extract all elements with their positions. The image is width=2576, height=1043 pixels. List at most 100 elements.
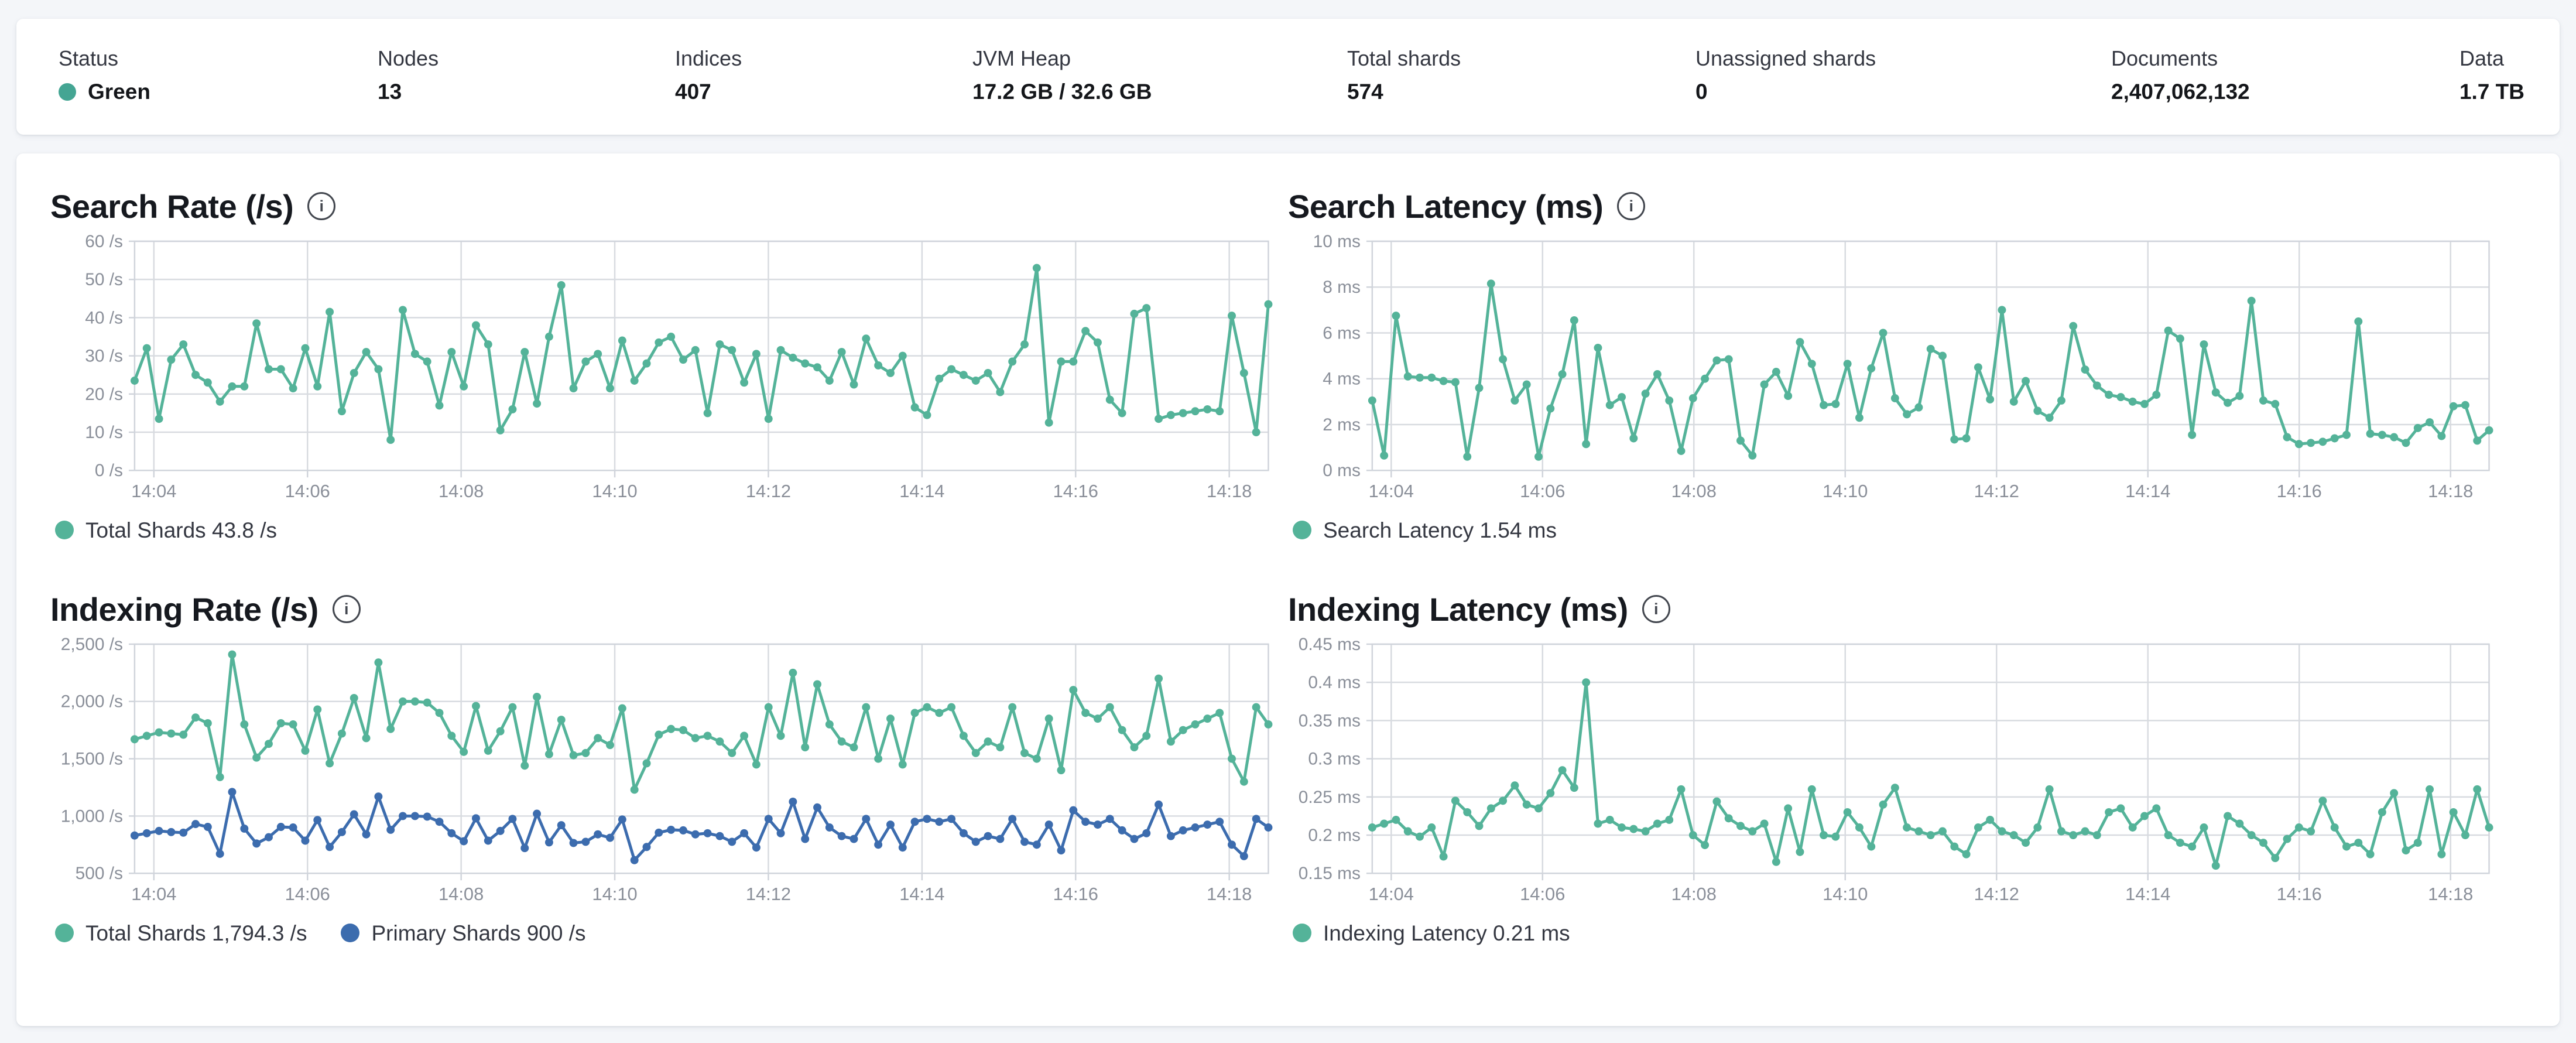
chart-header: Indexing Latency (ms) i xyxy=(1288,584,2492,634)
chart-title: Indexing Latency (ms) xyxy=(1288,590,1628,628)
svg-text:0.35 ms: 0.35 ms xyxy=(1299,711,1361,730)
stat-label: Total shards xyxy=(1347,46,1461,70)
stat-nodes: Nodes 13 xyxy=(378,46,439,105)
stat-label: JVM Heap xyxy=(972,46,1071,70)
info-icon[interactable]: i xyxy=(1642,595,1670,623)
legend-item[interactable]: Indexing Latency 0.21 ms xyxy=(1293,922,1570,944)
svg-text:0 /s: 0 /s xyxy=(95,461,123,480)
legend-series-dot xyxy=(341,924,360,942)
svg-text:2,000 /s: 2,000 /s xyxy=(61,692,123,712)
svg-text:14:08: 14:08 xyxy=(1671,481,1717,501)
svg-text:14:08: 14:08 xyxy=(439,884,484,904)
search-latency-chart-canvas: 0 ms 2 ms 4 ms 6 ms 8 ms 10 ms 14:04 14:06 14:08… xyxy=(1313,232,2493,501)
stat-indices: Indices 407 xyxy=(675,46,742,105)
svg-text:14:16: 14:16 xyxy=(1053,481,1098,501)
svg-text:0.25 ms: 0.25 ms xyxy=(1299,788,1361,807)
chart-header: Indexing Rate (/s) i xyxy=(50,584,1271,634)
legend-series-dot xyxy=(1293,521,1311,539)
chart-indexing-rate: Indexing Rate (/s) i 500 /s 1,000 /s 1,500… xyxy=(50,584,1273,948)
svg-text:1,000 /s: 1,000 /s xyxy=(61,806,123,826)
cluster-status-bar: Status Green Nodes 13 Indices 407 JVM He… xyxy=(16,19,2560,135)
health-status-dot xyxy=(59,83,76,101)
svg-text:14:14: 14:14 xyxy=(2125,884,2170,904)
svg-text:14:08: 14:08 xyxy=(439,481,484,501)
svg-text:0.45 ms: 0.45 ms xyxy=(1299,635,1361,654)
svg-text:14:04: 14:04 xyxy=(1369,481,1414,501)
stat-label: Indices xyxy=(675,46,742,70)
svg-text:14:06: 14:06 xyxy=(285,884,330,904)
svg-text:20 /s: 20 /s xyxy=(85,385,123,404)
stack-monitoring-overview-page: { "colors": { "teal_series": "#54b399", … xyxy=(0,0,2576,1043)
svg-text:14:04: 14:04 xyxy=(131,884,176,904)
svg-text:14:12: 14:12 xyxy=(1974,884,2019,904)
legend-item[interactable]: Total Shards 43.8 /s xyxy=(55,519,277,541)
search-rate-chart-canvas: 0 /s 10 /s 20 /s 30 /s 40 /s 50 /s 60 /s 14:04 1… xyxy=(85,232,1273,501)
stat-value: 574 xyxy=(1347,80,1383,104)
legend-label: Total Shards 1,794.3 /s xyxy=(85,921,307,945)
svg-text:0.2 ms: 0.2 ms xyxy=(1308,826,1361,845)
svg-text:10 ms: 10 ms xyxy=(1313,232,1361,251)
info-icon[interactable]: i xyxy=(1617,192,1646,220)
legend-item[interactable]: Search Latency 1.54 ms xyxy=(1293,519,1557,541)
legend-series-dot xyxy=(55,924,74,942)
stat-total-shards: Total shards 574 xyxy=(1347,46,1461,105)
indexing-rate-chart-canvas: 500 /s 1,000 /s 1,500 /s 2,000 /s 2,500 /s 14… xyxy=(61,635,1273,904)
legend-item[interactable]: Total Shards 1,794.3 /s xyxy=(55,922,307,944)
svg-text:14:10: 14:10 xyxy=(1823,884,1868,904)
info-icon[interactable]: i xyxy=(307,192,336,220)
svg-text:14:10: 14:10 xyxy=(1823,481,1868,501)
svg-text:14:16: 14:16 xyxy=(1053,884,1098,904)
svg-text:14:06: 14:06 xyxy=(285,481,330,501)
legend-item[interactable]: Primary Shards 900 /s xyxy=(341,922,586,944)
svg-text:14:14: 14:14 xyxy=(899,481,944,501)
status-value-text: Green xyxy=(88,80,150,104)
stat-label: Status xyxy=(59,46,119,70)
svg-text:8 ms: 8 ms xyxy=(1323,278,1361,297)
chart-header: Search Latency (ms) i xyxy=(1288,182,2492,231)
svg-text:2 ms: 2 ms xyxy=(1323,415,1361,435)
svg-text:14:14: 14:14 xyxy=(899,884,944,904)
svg-text:40 /s: 40 /s xyxy=(85,308,123,327)
chart-header: Search Rate (/s) i xyxy=(50,182,1271,231)
svg-text:14:04: 14:04 xyxy=(1369,884,1414,904)
legend-series-dot xyxy=(55,521,74,539)
svg-text:14:12: 14:12 xyxy=(746,884,791,904)
chart-legend: Total Shards 1,794.3 /s Primary Shards 90… xyxy=(55,918,1271,948)
chart-title: Search Latency (ms) xyxy=(1288,187,1604,225)
svg-text:14:16: 14:16 xyxy=(2277,884,2322,904)
svg-text:14:04: 14:04 xyxy=(131,481,176,501)
stat-value: 17.2 GB / 32.6 GB xyxy=(972,80,1152,104)
series-line-search-latency xyxy=(1371,282,2491,459)
svg-text:14:18: 14:18 xyxy=(2428,884,2473,904)
chart-legend: Indexing Latency 0.21 ms xyxy=(1293,918,2492,948)
chart-indexing-latency: Indexing Latency (ms) i 0.15 ms 0.2 ms 0.2… xyxy=(1288,584,2493,948)
info-icon[interactable]: i xyxy=(332,595,361,623)
svg-text:4 ms: 4 ms xyxy=(1323,370,1361,389)
svg-text:14:18: 14:18 xyxy=(2428,481,2473,501)
stat-unassigned-shards: Unassigned shards 0 xyxy=(1695,46,1876,105)
metrics-panel: Search Rate (/s) i 0 /s 10 /s 20 /s 30 /s 40… xyxy=(16,153,2560,1026)
chart-title: Search Rate (/s) xyxy=(50,187,294,225)
svg-text:30 /s: 30 /s xyxy=(85,347,123,366)
stat-label: Nodes xyxy=(378,46,439,70)
svg-text:0.3 ms: 0.3 ms xyxy=(1308,750,1361,769)
svg-text:14:10: 14:10 xyxy=(592,481,637,501)
stat-value: Green xyxy=(59,79,150,105)
stat-status: Status Green xyxy=(59,46,150,105)
svg-text:10 /s: 10 /s xyxy=(85,423,123,442)
svg-text:50 /s: 50 /s xyxy=(85,270,123,289)
svg-text:14:14: 14:14 xyxy=(2125,481,2170,501)
svg-text:14:16: 14:16 xyxy=(2277,481,2322,501)
series-line-total-shards xyxy=(133,266,1270,442)
svg-text:14:18: 14:18 xyxy=(1207,884,1252,904)
stat-data-size: Data 1.7 TB xyxy=(2459,46,2524,105)
svg-text:500 /s: 500 /s xyxy=(76,864,123,883)
stat-value: 2,407,062,132 xyxy=(2111,80,2250,104)
svg-text:14:08: 14:08 xyxy=(1671,884,1717,904)
chart-legend: Total Shards 43.8 /s xyxy=(55,515,1271,545)
chart-search-latency: Search Latency (ms) i 0 ms 2 ms 4 ms 6 ms 8 … xyxy=(1288,182,2493,545)
svg-text:14:10: 14:10 xyxy=(592,884,637,904)
svg-text:2,500 /s: 2,500 /s xyxy=(61,635,123,654)
svg-text:14:06: 14:06 xyxy=(1520,481,1565,501)
svg-text:60 /s: 60 /s xyxy=(85,232,123,251)
